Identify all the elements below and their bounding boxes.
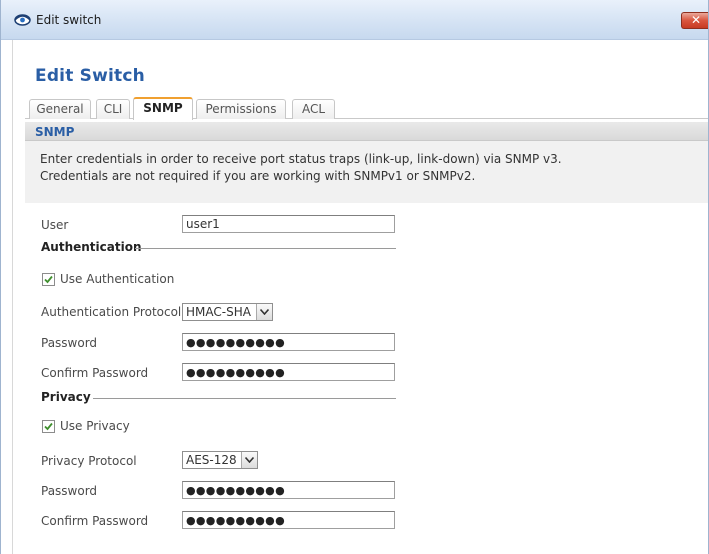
chevron-down-icon[interactable] [256,304,272,320]
privacy-confirm-password-mask: ●●●●●●●●●● [186,514,285,527]
authentication-group-title: Authentication [41,240,142,254]
title-bar[interactable]: Edit switch ✕ [1,0,708,40]
authentication-password-label: Password [41,336,98,350]
use-privacy-label: Use Privacy [60,419,130,433]
authentication-password-input[interactable]: ●●●●●●●●●● [182,333,395,351]
authentication-protocol-select[interactable]: HMAC-SHA [182,303,273,321]
section-title: SNMP [35,125,75,139]
privacy-confirm-password-label: Confirm Password [41,514,149,528]
tab-general[interactable]: General [29,99,91,119]
tab-cli[interactable]: CLI [96,99,130,119]
use-authentication-checkbox[interactable] [42,273,55,286]
privacy-password-mask: ●●●●●●●●●● [186,484,285,497]
privacy-password-label: Password [41,484,98,498]
authentication-confirm-password-mask: ●●●●●●●●●● [186,366,285,379]
description-line-2: Credentials are not required if you are … [40,169,476,183]
use-privacy-checkbox[interactable] [42,420,55,433]
close-icon: ✕ [690,13,702,27]
tab-permissions[interactable]: Permissions [196,99,286,119]
tab-acl[interactable]: ACL [292,99,335,119]
privacy-protocol-select[interactable]: AES-128 [182,451,258,469]
description-box: Enter credentials in order to receive po… [25,141,708,203]
description-line-1: Enter credentials in order to receive po… [40,152,562,166]
user-label: User [41,218,69,232]
eye-icon [14,14,31,26]
privacy-password-input[interactable]: ●●●●●●●●●● [182,481,395,499]
authentication-password-mask: ●●●●●●●●●● [186,336,285,349]
window-title: Edit switch [36,13,102,27]
authentication-protocol-value: HMAC-SHA [186,305,251,319]
privacy-divider [93,398,396,399]
privacy-group-title: Privacy [41,390,91,404]
privacy-protocol-value: AES-128 [186,453,237,467]
authentication-protocol-label: Authentication Protocol [41,305,182,319]
privacy-protocol-label: Privacy Protocol [41,454,137,468]
authentication-confirm-password-input[interactable]: ●●●●●●●●●● [182,363,395,381]
snmp-section-header: SNMP [25,122,708,141]
close-button[interactable]: ✕ [681,12,708,29]
user-input[interactable] [182,215,395,233]
use-authentication-label: Use Authentication [60,272,175,286]
tab-snmp[interactable]: SNMP [133,97,193,120]
dialog-title: Edit Switch [35,66,145,86]
privacy-confirm-password-input[interactable]: ●●●●●●●●●● [182,511,395,529]
edit-switch-window: Edit switch ✕ Edit Switch General CLI SN… [0,0,709,554]
authentication-divider [135,248,396,249]
checkmark-icon [44,422,53,431]
checkmark-icon [44,275,53,284]
authentication-confirm-password-label: Confirm Password [41,366,149,380]
chevron-down-icon[interactable] [241,452,257,468]
